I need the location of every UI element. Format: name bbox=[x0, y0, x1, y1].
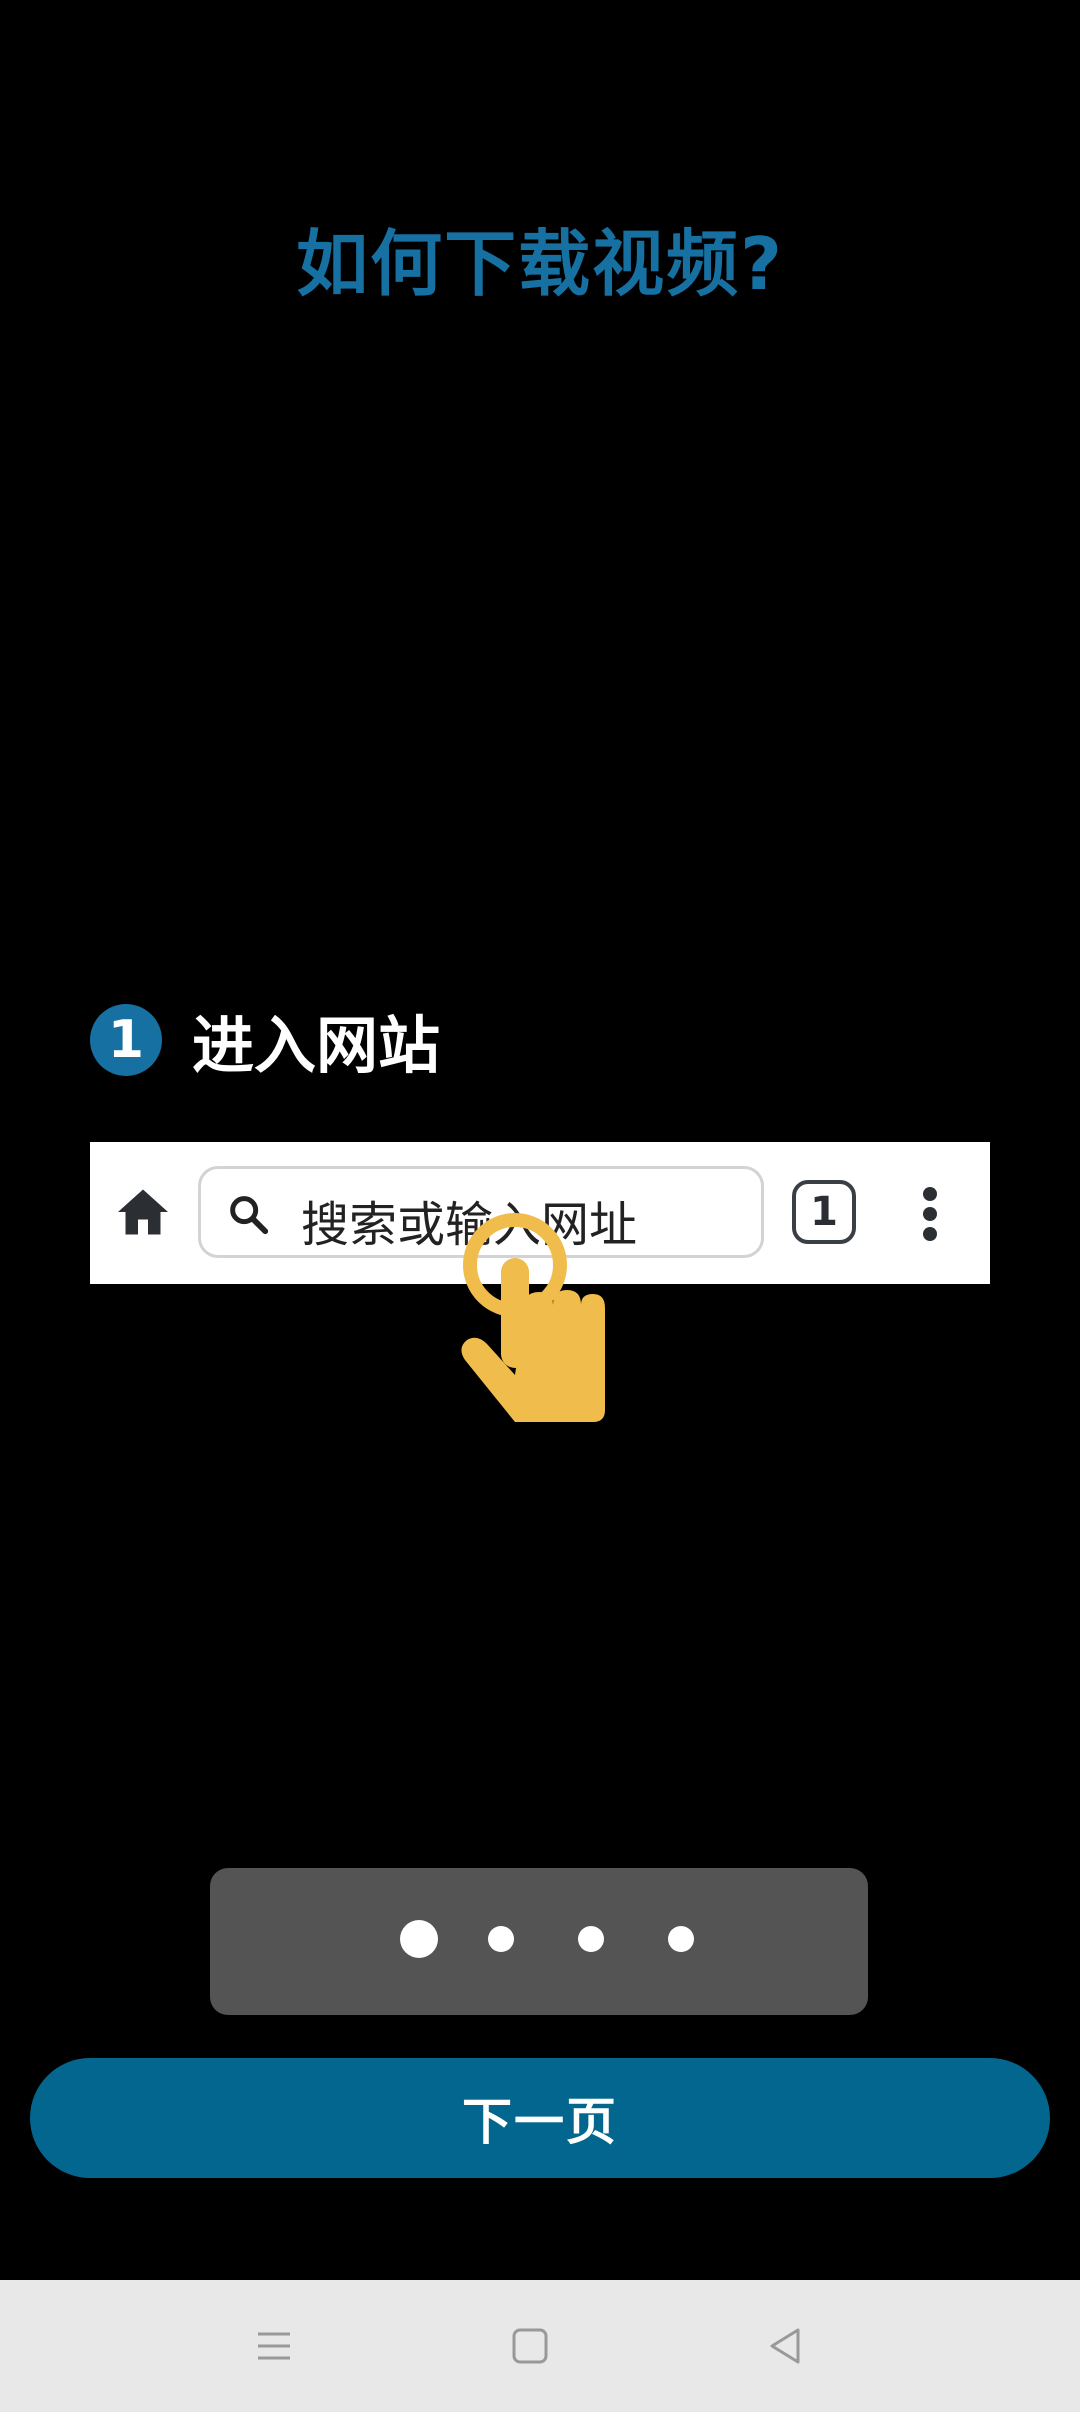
home-square-icon[interactable] bbox=[506, 2322, 554, 2370]
page-dot bbox=[668, 1926, 694, 1952]
step-label: 进入网站 bbox=[192, 1009, 441, 1082]
system-navigation-bar bbox=[0, 2280, 1080, 2412]
next-page-button[interactable]: 下一页 bbox=[30, 2058, 1050, 2178]
page-indicator bbox=[210, 1868, 868, 2015]
step-heading: 1 进入网站 bbox=[90, 1000, 440, 1082]
search-icon bbox=[230, 1196, 269, 1235]
step-number-badge: 1 bbox=[90, 1004, 162, 1076]
menu-icon[interactable] bbox=[250, 2322, 298, 2370]
hand-pointer-icon bbox=[461, 1213, 605, 1422]
home-icon bbox=[118, 1189, 168, 1235]
page-dot-active bbox=[400, 1920, 438, 1958]
more-vert-icon bbox=[923, 1187, 937, 1241]
page-title: 如何下载视频? bbox=[296, 222, 784, 306]
page-dot bbox=[578, 1926, 604, 1952]
back-icon[interactable] bbox=[762, 2322, 810, 2370]
page-dot bbox=[488, 1926, 514, 1952]
tabs-icon: 1 bbox=[792, 1180, 856, 1244]
